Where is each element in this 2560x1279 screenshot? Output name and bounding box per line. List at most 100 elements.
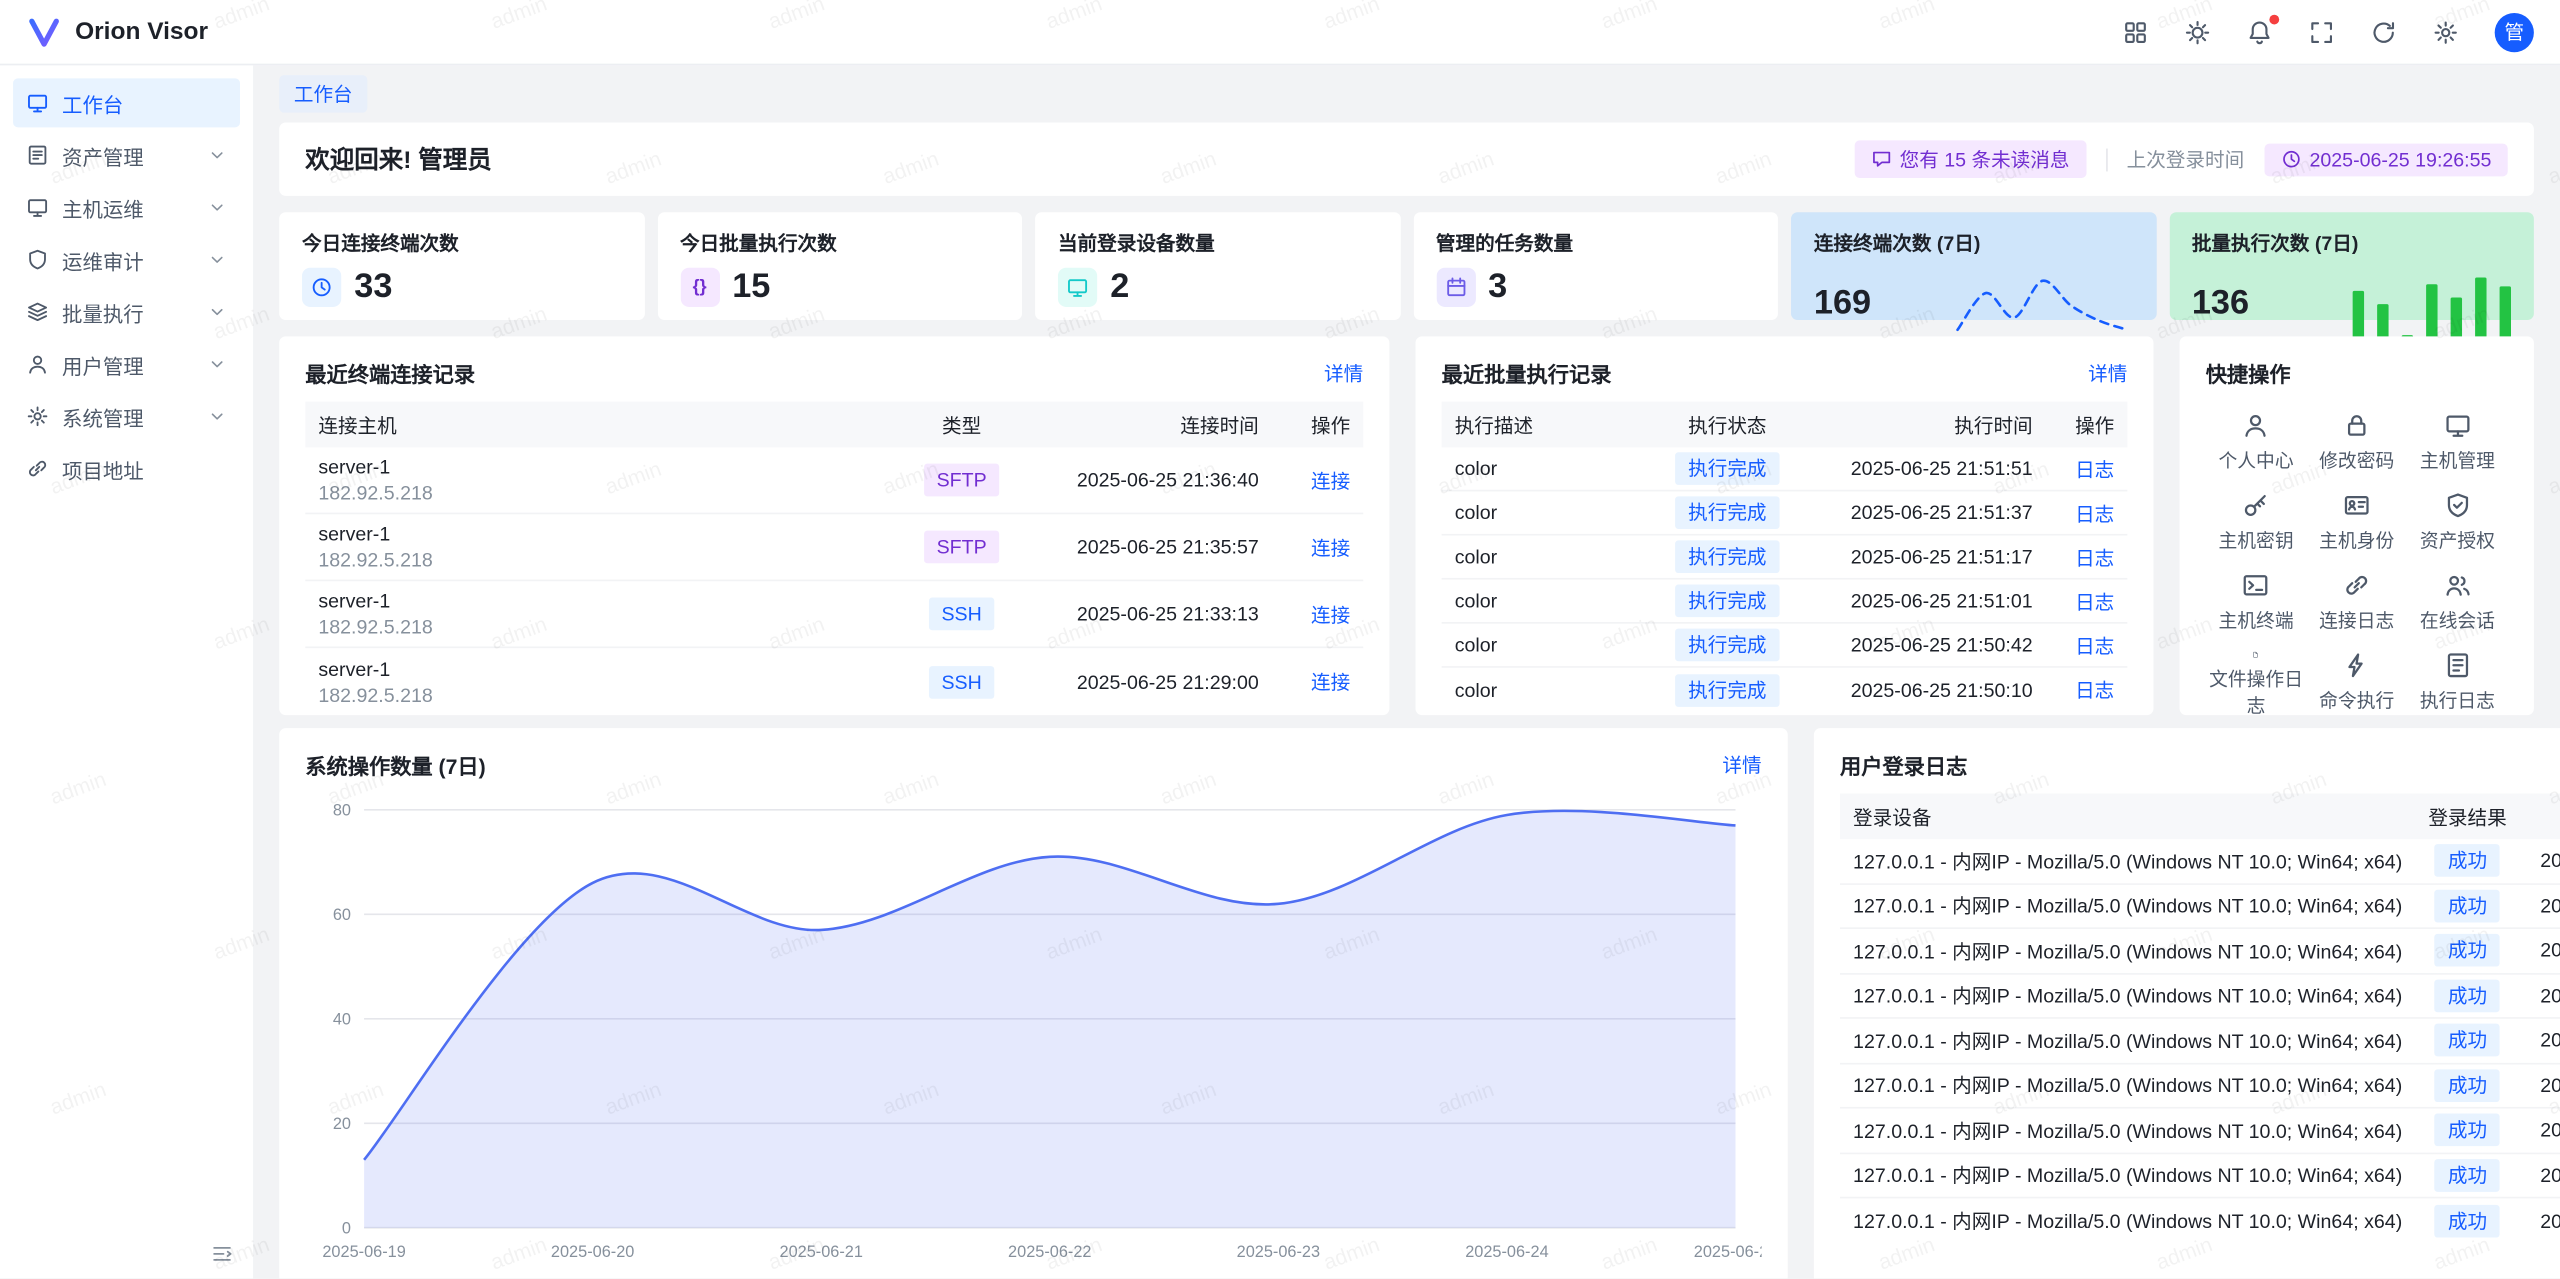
- notification-dot: [2269, 14, 2279, 24]
- svg-text:20: 20: [333, 1115, 351, 1133]
- log-link[interactable]: 日志: [2075, 502, 2114, 525]
- exec-status-badge: 执行完成: [1675, 452, 1780, 485]
- stat-value: 33: [354, 268, 392, 307]
- breadcrumb: 工作台: [253, 65, 2560, 122]
- sidebar-item-3[interactable]: 运维审计: [13, 235, 240, 284]
- sidebar-item-2[interactable]: 主机运维: [13, 183, 240, 232]
- quick-action-0[interactable]: 个人中心: [2206, 411, 2307, 478]
- login-row: 127.0.0.1 - 内网IP - Mozilla/5.0 (Windows …: [1840, 1109, 2560, 1154]
- app-root: Orion Visor 管 工作台 资产管理 主机运维 运维审计 批量执行 用户…: [0, 0, 2560, 1278]
- apps-button[interactable]: [2122, 19, 2148, 45]
- logo-icon: [26, 14, 62, 50]
- log-link[interactable]: 日志: [2075, 679, 2114, 702]
- user-avatar[interactable]: 管: [2495, 12, 2534, 51]
- chevron-down-icon: [207, 302, 227, 322]
- login-row: 127.0.0.1 - 内网IP - Mozilla/5.0 (Windows …: [1840, 1064, 2560, 1109]
- quick-action-8[interactable]: 在线会话: [2407, 571, 2508, 638]
- breadcrumb-item-workbench[interactable]: 工作台: [279, 75, 367, 113]
- host-ip: 182.92.5.218: [318, 482, 883, 505]
- svg-text:2025-06-25: 2025-06-25: [1694, 1243, 1762, 1261]
- ops-area-chart: 0204060802025-06-192025-06-202025-06-212…: [305, 793, 1761, 1270]
- clock-icon: [2280, 149, 2301, 170]
- unread-messages-badge[interactable]: 您有 15 条未读消息: [1854, 140, 2086, 178]
- exec-status-badge: 执行完成: [1675, 584, 1780, 617]
- connect-link[interactable]: 连接: [1311, 603, 1350, 626]
- host-icon: [26, 196, 49, 219]
- middle-row: 最近终端连接记录 详情 连接主机类型连接时间操作 server-1182.92.…: [279, 336, 2534, 715]
- recent-exec-title: 最近批量执行记录: [1442, 357, 1612, 388]
- exec-status-badge: 执行完成: [1675, 496, 1780, 529]
- log-link[interactable]: 日志: [2075, 458, 2114, 481]
- theme-button[interactable]: [2184, 19, 2210, 45]
- settings-button[interactable]: [2433, 19, 2459, 45]
- quick-action-5[interactable]: 资产授权: [2407, 491, 2508, 558]
- fullscreen-button[interactable]: [2309, 19, 2335, 45]
- login-row: 127.0.0.1 - 内网IP - Mozilla/5.0 (Windows …: [1840, 884, 2560, 929]
- divider: [2105, 148, 2107, 171]
- chevron-down-icon: [207, 250, 227, 270]
- host-name: server-1: [318, 456, 883, 479]
- quick-action-3[interactable]: 主机密钥: [2206, 491, 2307, 558]
- stat-card-2: 当前登录设备数量 2: [1035, 212, 1400, 320]
- users-icon: [2444, 571, 2472, 599]
- sidebar-collapse-button[interactable]: [211, 1242, 234, 1265]
- connect-link[interactable]: 连接: [1311, 536, 1350, 559]
- app-logo[interactable]: Orion Visor: [26, 14, 208, 50]
- login-device: 127.0.0.1 - 内网IP - Mozilla/5.0 (Windows …: [1840, 1071, 2415, 1099]
- exec-time: 2025-06-25 21:51:01: [1801, 589, 2046, 612]
- chevron-down-icon: [207, 145, 227, 165]
- login-logs-card: 用户登录日志 详情 登录设备登录结果登录时间 127.0.0.1 - 内网IP …: [1814, 728, 2560, 1278]
- sidebar-item-4[interactable]: 批量执行: [13, 287, 240, 336]
- svg-text:2025-06-24: 2025-06-24: [1465, 1243, 1548, 1261]
- exec-detail-link[interactable]: 详情: [2088, 358, 2127, 386]
- quick-action-4[interactable]: 主机身份: [2306, 491, 2407, 558]
- connect-link[interactable]: 连接: [1311, 671, 1350, 694]
- connect-link[interactable]: 连接: [1311, 469, 1350, 492]
- log-link[interactable]: 日志: [2075, 590, 2114, 613]
- quick-action-7[interactable]: 连接日志: [2306, 571, 2407, 638]
- quick-action-11[interactable]: 执行日志: [2407, 651, 2508, 718]
- log-link[interactable]: 日志: [2075, 634, 2114, 657]
- content: 欢迎回来! 管理员 您有 15 条未读消息 上次登录时间 2025-06-25 …: [253, 122, 2560, 1278]
- sidebar-item-1[interactable]: 资产管理: [13, 131, 240, 180]
- quick-action-2[interactable]: 主机管理: [2407, 411, 2508, 478]
- terminal-detail-link[interactable]: 详情: [1324, 358, 1363, 386]
- app-title: Orion Visor: [75, 18, 208, 46]
- login-result-badge: 成功: [2435, 979, 2500, 1012]
- quick-action-6[interactable]: 主机终端: [2206, 571, 2307, 638]
- quick-action-10[interactable]: 命令执行: [2306, 651, 2407, 718]
- lock-icon: [2343, 411, 2371, 439]
- notifications-button[interactable]: [2247, 19, 2273, 45]
- svg-text:2025-06-22: 2025-06-22: [1008, 1243, 1091, 1261]
- sidebar-item-5[interactable]: 用户管理: [13, 340, 240, 389]
- sidebar-item-6[interactable]: 系统管理: [13, 392, 240, 441]
- batch-icon: [26, 300, 49, 323]
- login-device: 127.0.0.1 - 内网IP - Mozilla/5.0 (Windows …: [1840, 847, 2415, 875]
- stat-value: 3: [1488, 268, 1507, 307]
- exec-status-badge: 执行完成: [1675, 540, 1780, 573]
- login-row: 127.0.0.1 - 内网IP - Mozilla/5.0 (Windows …: [1840, 1153, 2560, 1198]
- exec-status-badge: 执行完成: [1675, 629, 1780, 662]
- dashboard-icon: [2444, 411, 2472, 439]
- stat-value: 2: [1110, 268, 1129, 307]
- sidebar-item-0[interactable]: 工作台: [13, 78, 240, 127]
- svg-text:80: 80: [333, 802, 351, 820]
- exec-time: 2025-06-25 21:51:17: [1801, 545, 2046, 568]
- login-device: 127.0.0.1 - 内网IP - Mozilla/5.0 (Windows …: [1840, 1161, 2415, 1189]
- exec-desc: color: [1442, 678, 1654, 701]
- file-list-icon: [2444, 651, 2472, 679]
- sidebar-item-7[interactable]: 项目地址: [13, 444, 240, 493]
- log-link[interactable]: 日志: [2075, 546, 2114, 569]
- login-time: 2025-05-29 19:43:57: [2520, 984, 2560, 1007]
- type-badge: SSH: [928, 665, 994, 698]
- exec-desc: color: [1442, 633, 1654, 656]
- ops-chart-detail-link[interactable]: 详情: [1722, 750, 1761, 778]
- quick-action-1[interactable]: 修改密码: [2306, 411, 2407, 478]
- chevron-down-icon: [207, 198, 227, 218]
- refresh-button[interactable]: [2371, 19, 2397, 45]
- login-time: 2025-03-21 23:53:43: [2520, 1209, 2560, 1232]
- host-name: server-1: [318, 589, 883, 612]
- svg-text:2025-06-21: 2025-06-21: [779, 1243, 862, 1261]
- ops-chart-title: 系统操作数量 (7日): [305, 749, 485, 780]
- quick-action-9[interactable]: 文件操作日志: [2206, 651, 2307, 718]
